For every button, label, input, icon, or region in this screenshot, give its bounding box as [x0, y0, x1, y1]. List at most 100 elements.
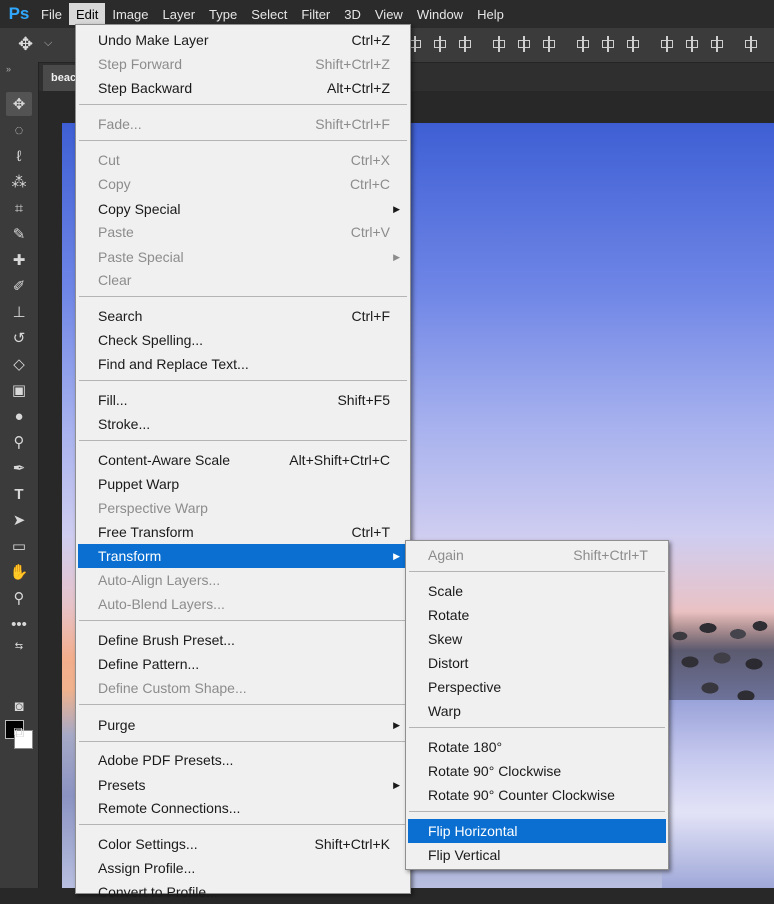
menu-item-step-forward: Step Forward Shift+Ctrl+Z — [98, 56, 390, 72]
menu-help[interactable]: Help — [470, 3, 511, 25]
move-tool-preset-icon[interactable]: ✥ — [18, 34, 33, 55]
crop-icon[interactable]: ⌗ — [6, 196, 32, 220]
submenu-item-rotate[interactable]: Rotate — [408, 603, 666, 627]
align-vcenter-icon[interactable] — [433, 36, 447, 52]
submenu-item-rotate-90-cw[interactable]: Rotate 90° Clockwise — [408, 759, 666, 783]
menu-item-assign-profile[interactable]: Assign Profile... — [78, 856, 408, 880]
swap-colors-icon[interactable]: ⇆ — [6, 634, 32, 658]
submenu-item-rotate-180[interactable]: Rotate 180° — [408, 735, 666, 759]
menu-separator — [79, 620, 407, 621]
menu-item-stroke[interactable]: Stroke... — [78, 412, 408, 436]
align-left-icon[interactable] — [492, 36, 506, 52]
menu-item-remote-connections[interactable]: Remote Connections... — [78, 796, 408, 820]
lasso-icon[interactable]: ℓ — [6, 144, 32, 168]
menu-item-adobe-pdf-presets[interactable]: Adobe PDF Presets... — [78, 748, 408, 772]
more-tools-icon[interactable]: ••• — [6, 612, 32, 636]
clone-stamp-icon[interactable]: ⊥ — [6, 300, 32, 324]
history-brush-icon[interactable]: ↺ — [6, 326, 32, 350]
menu-item-step-backward[interactable]: Step Backward Alt+Ctrl+Z — [78, 76, 408, 100]
menu-separator — [409, 571, 665, 572]
submenu-item-flip-vertical[interactable]: Flip Vertical — [408, 843, 666, 867]
distribute-right-icon[interactable] — [710, 36, 724, 52]
submenu-item-flip-horizontal[interactable]: Flip Horizontal — [408, 819, 666, 843]
distribute-left-icon[interactable] — [660, 36, 674, 52]
menu-item-fade: Fade... Shift+Ctrl+F — [98, 116, 390, 132]
type-icon[interactable]: T — [6, 482, 32, 506]
menu-view[interactable]: View — [368, 3, 410, 25]
menu-item-convert-to-profile[interactable]: Convert to Profile... — [78, 880, 408, 904]
menu-item-define-pattern[interactable]: Define Pattern... — [78, 652, 408, 676]
submenu-item-again: Again Shift+Ctrl+T — [428, 547, 648, 563]
path-select-icon[interactable]: ➤ — [6, 508, 32, 532]
menu-separator — [79, 440, 407, 441]
move-icon[interactable]: ✥ — [6, 92, 32, 116]
blur-icon[interactable]: ● — [6, 404, 32, 428]
submenu-arrow-icon: ▶ — [393, 719, 400, 730]
distribute-hcenter-icon[interactable] — [685, 36, 699, 52]
pen-icon[interactable]: ✒ — [6, 456, 32, 480]
menu-layer[interactable]: Layer — [156, 3, 203, 25]
quick-mask-icon[interactable]: ◙ — [6, 694, 32, 718]
menu-item-copy-special[interactable]: Copy Special ▶ — [78, 197, 408, 221]
menu-item-perspective-warp: Perspective Warp — [98, 500, 208, 516]
align-right-icon[interactable] — [542, 36, 556, 52]
dodge-icon[interactable]: ⚲ — [6, 430, 32, 454]
menu-separator — [79, 741, 407, 742]
menu-item-define-custom-shape: Define Custom Shape... — [98, 680, 247, 696]
align-bottom-icon[interactable] — [458, 36, 472, 52]
submenu-arrow-icon: ▶ — [393, 550, 400, 561]
submenu-item-warp[interactable]: Warp — [408, 699, 666, 723]
menu-item-puppet-warp[interactable]: Puppet Warp — [78, 472, 408, 496]
submenu-arrow-icon: ▶ — [393, 251, 400, 262]
menu-item-purge[interactable]: Purge ▶ — [78, 713, 408, 737]
menu-image[interactable]: Image — [105, 3, 155, 25]
quick-select-icon[interactable]: ⁂ — [6, 170, 32, 194]
menu-item-presets[interactable]: Presets ▶ — [78, 773, 408, 797]
marquee-icon[interactable]: ◌ — [6, 118, 32, 142]
menu-item-auto-align-layers: Auto-Align Layers... — [98, 572, 221, 588]
brush-icon[interactable]: ✐ — [6, 274, 32, 298]
photoshop-logo: Ps — [8, 4, 30, 23]
distribute-vcenter-icon[interactable] — [601, 36, 615, 52]
menu-item-check-spelling[interactable]: Check Spelling... — [78, 328, 408, 352]
submenu-item-rotate-90-ccw[interactable]: Rotate 90° Counter Clockwise — [408, 783, 666, 807]
distribute-bottom-icon[interactable] — [626, 36, 640, 52]
menu-window[interactable]: Window — [410, 3, 470, 25]
menu-item-fill[interactable]: Fill... Shift+F5 — [78, 388, 408, 412]
submenu-item-perspective[interactable]: Perspective — [408, 675, 666, 699]
gradient-icon[interactable]: ▣ — [6, 378, 32, 402]
menu-item-search[interactable]: Search Ctrl+F — [78, 304, 408, 328]
menu-select[interactable]: Select — [244, 3, 294, 25]
align-hcenter-icon[interactable] — [517, 36, 531, 52]
zoom-icon[interactable]: ⚲ — [6, 586, 32, 610]
eyedropper-icon[interactable]: ✎ — [6, 222, 32, 246]
healing-brush-icon[interactable]: ✚ — [6, 248, 32, 272]
menu-file[interactable]: File — [34, 3, 69, 25]
menu-type[interactable]: Type — [202, 3, 244, 25]
auto-align-icon[interactable] — [744, 36, 758, 52]
menu-item-define-brush-preset[interactable]: Define Brush Preset... — [78, 628, 408, 652]
menu-item-cut: Cut Ctrl+X — [98, 152, 390, 168]
eraser-icon[interactable]: ◇ — [6, 352, 32, 376]
chevron-down-icon[interactable]: ⌵ — [44, 37, 52, 50]
menu-item-color-settings[interactable]: Color Settings... Shift+Ctrl+K — [78, 832, 408, 856]
rectangle-icon[interactable]: ▭ — [6, 534, 32, 558]
menu-3d[interactable]: 3D — [337, 3, 368, 25]
distribute-top-icon[interactable] — [576, 36, 590, 52]
menu-item-auto-blend-layers: Auto-Blend Layers... — [98, 596, 225, 612]
menu-edit[interactable]: Edit — [68, 3, 106, 25]
submenu-item-scale[interactable]: Scale — [408, 579, 666, 603]
screen-mode-icon[interactable]: ⧉ — [6, 720, 32, 744]
menu-item-free-transform[interactable]: Free Transform Ctrl+T — [78, 520, 408, 544]
submenu-item-distort[interactable]: Distort — [408, 651, 666, 675]
menu-item-content-aware-scale[interactable]: Content-Aware Scale Alt+Shift+Ctrl+C — [78, 448, 408, 472]
menu-item-undo[interactable]: Undo Make Layer Ctrl+Z — [78, 28, 408, 52]
menu-separator — [79, 104, 407, 105]
menu-item-find-replace[interactable]: Find and Replace Text... — [78, 352, 408, 376]
hand-icon[interactable]: ✋ — [6, 560, 32, 584]
menu-filter[interactable]: Filter — [294, 3, 337, 25]
collapse-panel-icon[interactable]: » — [6, 64, 11, 74]
menu-item-transform[interactable]: Transform ▶ — [78, 544, 408, 568]
submenu-arrow-icon: ▶ — [393, 203, 400, 214]
submenu-item-skew[interactable]: Skew — [408, 627, 666, 651]
